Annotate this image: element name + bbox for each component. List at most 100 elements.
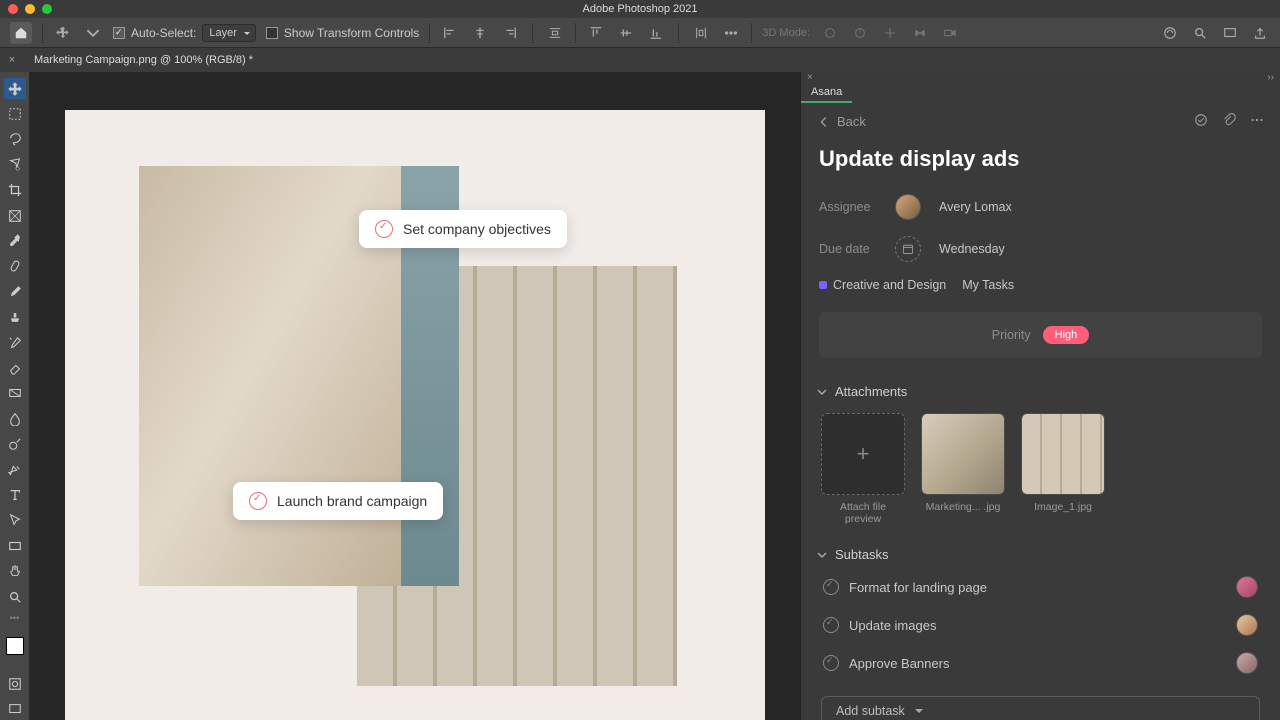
priority-label: Priority (992, 328, 1031, 342)
attachment-1[interactable]: Marketing... .jpg (921, 413, 1005, 525)
mode-3d-label: 3D Mode: (762, 27, 810, 39)
blur-tool[interactable] (4, 408, 26, 429)
show-transform-checkbox[interactable] (266, 27, 278, 39)
artboard[interactable]: Set company objectives Launch brand camp… (65, 110, 765, 720)
assignee-name[interactable]: Avery Lomax (939, 200, 1012, 214)
back-button[interactable]: Back (817, 114, 866, 129)
align-center-v-icon[interactable] (616, 23, 636, 43)
color-swatch[interactable] (6, 637, 24, 655)
quick-select-tool[interactable] (4, 154, 26, 175)
lasso-tool[interactable] (4, 129, 26, 150)
path-select-tool[interactable] (4, 510, 26, 531)
distribute-v-icon[interactable] (691, 23, 711, 43)
subtask-name: Update images (849, 618, 936, 633)
overlay-card-objectives[interactable]: Set company objectives (359, 210, 567, 248)
marquee-tool[interactable] (4, 103, 26, 124)
pen-tool[interactable] (4, 459, 26, 480)
overlay-card-text: Set company objectives (403, 221, 551, 237)
maximize-window-icon[interactable] (42, 4, 52, 14)
canvas-area[interactable]: Set company objectives Launch brand camp… (30, 72, 800, 720)
close-panel-icon[interactable]: × (801, 72, 819, 83)
check-circle-icon (249, 492, 267, 510)
healing-brush-tool[interactable] (4, 256, 26, 277)
subtasks-header: Subtasks (835, 547, 888, 562)
subtask-row[interactable]: Approve Banners (801, 644, 1280, 682)
brush-tool[interactable] (4, 281, 26, 302)
asana-panel: × ›› Asana Back Update display ads Assig… (800, 72, 1280, 720)
chevron-down-icon[interactable] (817, 550, 827, 560)
search-icon[interactable] (1190, 23, 1210, 43)
project-tag-creative[interactable]: Creative and Design (819, 278, 946, 292)
asana-tab[interactable]: Asana (801, 83, 852, 103)
plus-icon[interactable]: + (821, 413, 905, 495)
auto-select-dropdown[interactable]: Layer (202, 24, 256, 42)
priority-field[interactable]: Priority High (819, 312, 1262, 358)
check-circle-icon[interactable] (823, 579, 839, 595)
add-attachment[interactable]: + Attach file preview (821, 413, 905, 525)
priority-badge[interactable]: High (1043, 326, 1090, 344)
check-circle-icon (375, 220, 393, 238)
show-transform-label: Show Transform Controls (284, 26, 419, 40)
align-center-h-icon[interactable] (470, 23, 490, 43)
close-window-icon[interactable] (8, 4, 18, 14)
share-icon[interactable] (1250, 23, 1270, 43)
subtask-assignee-avatar[interactable] (1236, 614, 1258, 636)
more-menu-icon[interactable] (1250, 113, 1264, 130)
gradient-tool[interactable] (4, 383, 26, 404)
auto-select-checkbox[interactable] (113, 27, 125, 39)
quickmask-icon[interactable] (4, 673, 26, 694)
align-left-icon[interactable] (440, 23, 460, 43)
edit-toolbar-icon[interactable]: ••• (10, 613, 19, 623)
screen-mode-icon[interactable] (1220, 23, 1240, 43)
doc-tab[interactable]: Marketing Campaign.png @ 100% (RGB/8) * (24, 54, 263, 66)
check-circle-icon[interactable] (823, 617, 839, 633)
align-bottom-icon[interactable] (646, 23, 666, 43)
tool-options-chevron-icon[interactable] (83, 23, 103, 43)
chevron-down-icon[interactable] (817, 387, 827, 397)
history-brush-tool[interactable] (4, 332, 26, 353)
attachment-1-label: Marketing... .jpg (926, 501, 1001, 513)
eyedropper-tool[interactable] (4, 230, 26, 251)
orbit-3d-icon (820, 23, 840, 43)
dodge-tool[interactable] (4, 433, 26, 454)
calendar-icon[interactable] (895, 236, 921, 262)
home-button[interactable] (10, 22, 32, 44)
subtask-row[interactable]: Format for landing page (801, 568, 1280, 606)
frame-tool[interactable] (4, 205, 26, 226)
type-tool[interactable] (4, 484, 26, 505)
attachment-icon[interactable] (1222, 113, 1236, 130)
check-circle-icon[interactable] (823, 655, 839, 671)
clone-stamp-tool[interactable] (4, 307, 26, 328)
zoom-tool[interactable] (4, 586, 26, 607)
mark-complete-icon[interactable] (1194, 113, 1208, 130)
subtask-row[interactable]: Update images (801, 606, 1280, 644)
subtask-assignee-avatar[interactable] (1236, 576, 1258, 598)
assignee-avatar[interactable] (895, 194, 921, 220)
eraser-tool[interactable] (4, 357, 26, 378)
project-tag-mytasks[interactable]: My Tasks (962, 278, 1014, 292)
due-date-label: Due date (819, 242, 877, 256)
due-date-value[interactable]: Wednesday (939, 242, 1005, 256)
crop-tool[interactable] (4, 180, 26, 201)
slide-3d-icon (910, 23, 930, 43)
overlay-card-campaign[interactable]: Launch brand campaign (233, 482, 443, 520)
hand-tool[interactable] (4, 560, 26, 581)
minimize-window-icon[interactable] (25, 4, 35, 14)
more-options-icon[interactable] (721, 23, 741, 43)
align-right-icon[interactable] (500, 23, 520, 43)
subtask-assignee-avatar[interactable] (1236, 652, 1258, 674)
task-title[interactable]: Update display ads (801, 140, 1280, 186)
close-doc-icon[interactable]: × (0, 54, 24, 66)
add-subtask-button[interactable]: Add subtask (821, 696, 1260, 720)
rectangle-tool[interactable] (4, 535, 26, 556)
subtask-name: Approve Banners (849, 656, 949, 671)
move-tool-icon[interactable] (53, 23, 73, 43)
distribute-h-icon[interactable] (545, 23, 565, 43)
move-tool[interactable] (4, 78, 26, 99)
attachment-2[interactable]: Image_1.jpg (1021, 413, 1105, 525)
screenmode-icon[interactable] (4, 699, 26, 720)
collapse-panel-icon[interactable]: ›› (1267, 72, 1280, 83)
cloud-sync-icon[interactable] (1160, 23, 1180, 43)
align-top-icon[interactable] (586, 23, 606, 43)
roll-3d-icon (850, 23, 870, 43)
